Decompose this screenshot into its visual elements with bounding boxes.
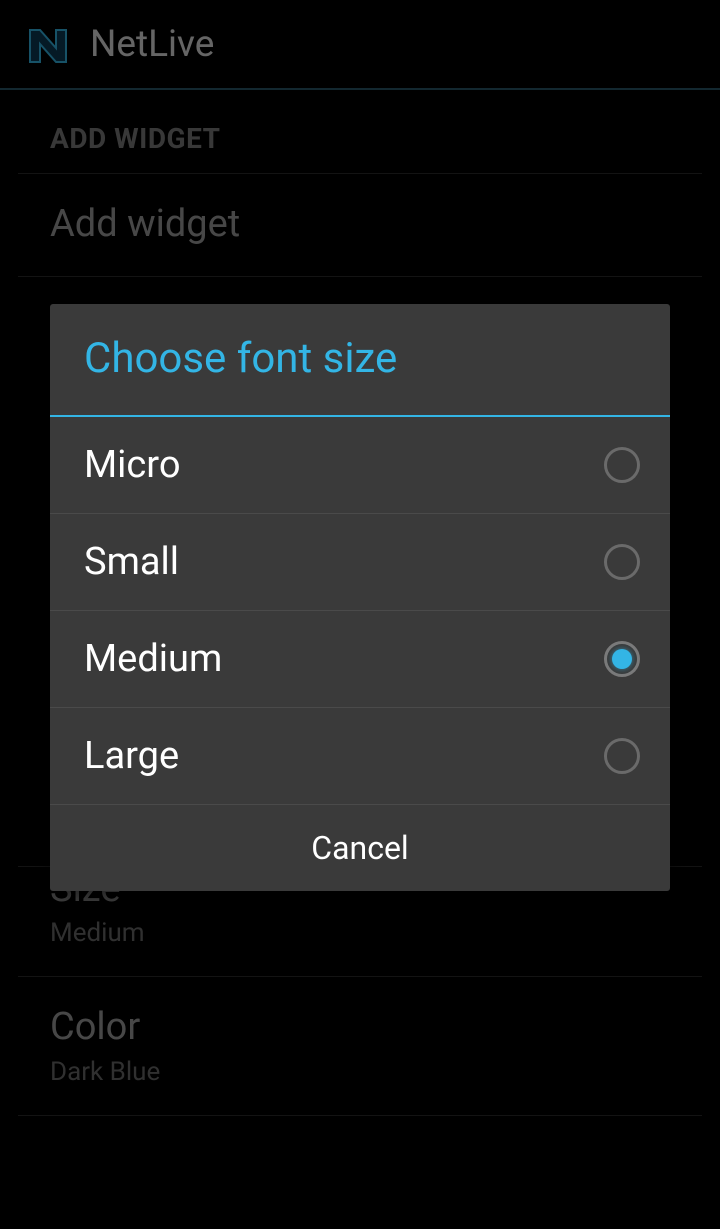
font-size-dialog: Choose font size Micro Small Medium Larg…	[50, 304, 670, 891]
radio-icon	[604, 641, 640, 677]
option-label: Small	[84, 540, 179, 584]
option-label: Medium	[84, 637, 222, 681]
option-medium[interactable]: Medium	[50, 611, 670, 708]
radio-icon	[604, 447, 640, 483]
radio-icon	[604, 544, 640, 580]
dialog-title: Choose font size	[50, 304, 670, 417]
option-micro[interactable]: Micro	[50, 417, 670, 514]
option-small[interactable]: Small	[50, 514, 670, 611]
option-label: Micro	[84, 443, 180, 487]
cancel-button[interactable]: Cancel	[50, 805, 670, 891]
option-label: Large	[84, 734, 179, 778]
option-large[interactable]: Large	[50, 708, 670, 805]
radio-icon	[604, 738, 640, 774]
